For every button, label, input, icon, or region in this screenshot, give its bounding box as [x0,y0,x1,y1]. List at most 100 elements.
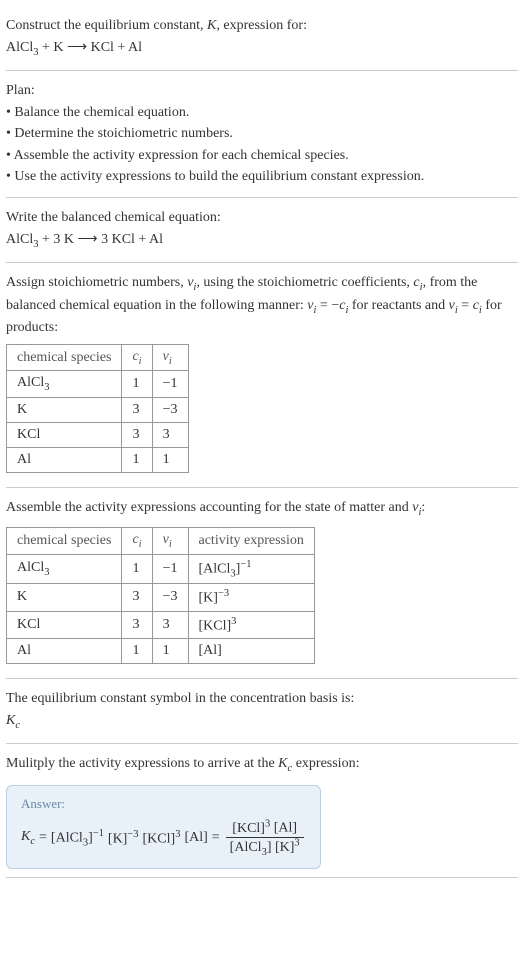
table-row: K 3 −3 [K]−3 [7,584,315,612]
activity-table: chemical species ci νi activity expressi… [6,527,315,665]
activity-title: Assemble the activity expressions accoun… [6,498,518,520]
cell-nu: 3 [152,423,188,448]
cell-c: 1 [122,371,152,398]
numerator: [KCl]3 [Al] [226,818,304,838]
reaction-line: AlCl3 + K ⟶ KCl + Al [6,38,518,60]
term-1: [AlCl3]−1 [51,828,104,848]
sp-sub: 3 [44,382,49,393]
th-species: chemical species [7,344,122,371]
reaction-rhs: KCl + Al [87,40,142,55]
den2-base: [K] [275,840,294,855]
plan-bullet-3: • Assemble the activity expression for e… [6,146,518,166]
kc-k-sub: c [30,836,35,847]
num2: [Al] [274,821,297,836]
plan-bullet-2: • Determine the stoichiometric numbers. [6,124,518,144]
cell-c: 3 [122,584,152,612]
den1-base: [AlCl [230,840,262,855]
table-row: AlCl3 1 −1 [AlCl3]−1 [7,554,315,583]
cell-species: KCl [7,611,122,639]
th-c-sub: i [139,539,142,550]
prompt-line: Construct the equilibrium constant, K, e… [6,16,518,36]
cell-c: 1 [122,448,152,473]
plan-title: Plan: [6,81,518,101]
th-nu-sub: i [169,539,172,550]
cell-c: 3 [122,611,152,639]
th-species: chemical species [7,527,122,554]
t3-sup: 3 [175,829,180,840]
cell-c: 1 [122,639,152,664]
th-c-sub: i [139,355,142,366]
act-sup: 3 [231,616,236,627]
cell-activity: [AlCl3]−1 [188,554,314,583]
eq-sign-1: = [39,830,47,846]
t3-base: [KCl] [143,831,176,846]
t2-sup: −3 [127,829,138,840]
balanced-eq-section: Write the balanced chemical equation: Al… [6,198,518,263]
cell-species: Al [7,639,122,664]
cell-species: AlCl3 [7,371,122,398]
cell-c: 3 [122,423,152,448]
fraction: [KCl]3 [Al] [AlCl3] [K]3 [226,818,304,858]
eq-sign-2: = [212,830,220,846]
table-row: KCl 3 3 [KCl]3 [7,611,315,639]
k-symbol: K [207,18,216,33]
balanced-arrow: ⟶ [78,232,98,247]
kc-symbol-line: Kc [6,711,518,733]
reactant-1: AlCl [6,40,33,55]
balanced-reaction: AlCl3 + 3 K ⟶ 3 KCl + Al [6,230,518,252]
th-activity: activity expression [188,527,314,554]
sp: AlCl [17,560,44,575]
answer-label: Answer: [21,796,306,812]
final-kc-k: K [278,756,287,771]
cell-nu: −1 [152,371,188,398]
kc-k: K [6,713,15,728]
th-c: ci [122,527,152,554]
table-row: K 3 −3 [7,398,189,423]
cell-nu: 1 [152,448,188,473]
table-row: Al 1 1 [Al] [7,639,315,664]
final-title: Mulitply the activity expressions to arr… [6,754,518,776]
cell-activity: [KCl]3 [188,611,314,639]
kc-expression: Kc = [AlCl3]−1 [K]−3 [KCl]3 [Al] = [KCl]… [21,818,306,858]
cell-nu: 1 [152,639,188,664]
cell-species: AlCl3 [7,554,122,583]
stoich-p1d: for reactants and [348,298,448,313]
eq2-eq: = [458,298,473,313]
den1-close: ] [267,840,272,855]
balanced-mid: + 3 K [38,232,77,247]
th-nu-sub: i [169,355,172,366]
plan-section: Plan: • Balance the chemical equation. •… [6,71,518,198]
kc-k-sym: K [21,829,30,844]
final-section: Mulitply the activity expressions to arr… [6,744,518,878]
sp: AlCl [17,375,44,390]
cell-nu: −3 [152,398,188,423]
prompt-text-2: , expression for: [216,18,307,33]
den1: [AlCl3] [230,840,272,855]
stoich-p1a: Assign stoichiometric numbers, [6,275,187,290]
cell-nu: 3 [152,611,188,639]
act-base: [KCl] [199,618,232,633]
cell-c: 3 [122,398,152,423]
cell-species: KCl [7,423,122,448]
stoich-table: chemical species ci νi AlCl3 1 −1 K 3 −3… [6,344,189,474]
table-row: Al 1 1 [7,448,189,473]
kc-title: The equilibrium constant symbol in the c… [6,689,518,709]
balanced-rhs: 3 KCl + Al [98,232,163,247]
t2-base: [K] [108,831,127,846]
denominator: [AlCl3] [K]3 [226,838,304,858]
cell-nu: −3 [152,584,188,612]
cell-activity: [K]−3 [188,584,314,612]
cell-c: 1 [122,554,152,583]
kc-lhs: Kc [21,829,35,847]
stoich-paragraph: Assign stoichiometric numbers, νi, using… [6,273,518,338]
balanced-lhs-1: AlCl [6,232,33,247]
cell-nu: −1 [152,554,188,583]
kc-symbol-section: The equilibrium constant symbol in the c… [6,679,518,744]
term-4: [Al] [184,830,207,846]
table-header-row: chemical species ci νi activity expressi… [7,527,315,554]
final-title-b: expression: [292,756,359,771]
t1-sup: −1 [93,828,104,839]
reaction-plus: + K [38,40,67,55]
eq1-eq: = − [316,298,339,313]
act-base: [K] [199,591,218,606]
